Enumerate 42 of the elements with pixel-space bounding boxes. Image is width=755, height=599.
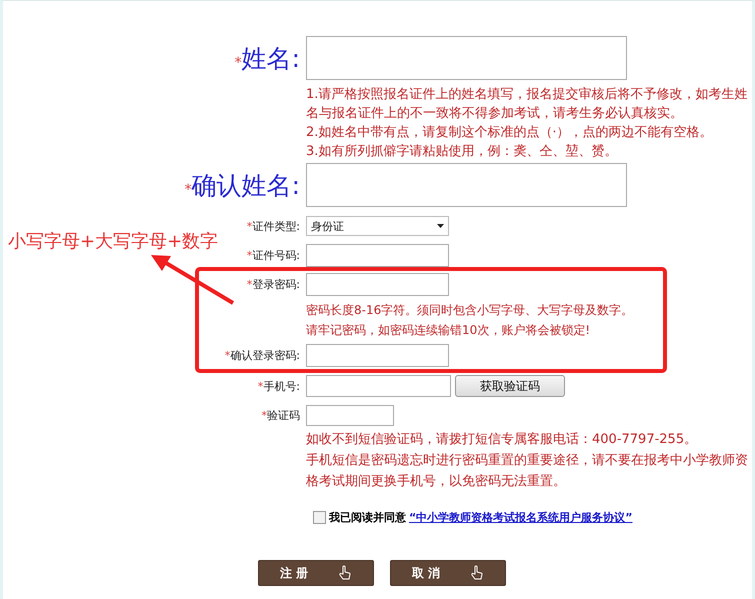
field-label: 确认登录密码: [230,350,300,361]
field-label: 验证码 [267,410,300,421]
field-label: 手机号: [263,380,300,392]
annotation-text: 小写字母+大写字母+数字 [8,231,218,253]
input-field[interactable] [306,163,627,207]
input-field[interactable] [306,244,449,267]
input-field[interactable] [306,375,451,397]
hint-text: 2.如姓名中带有点，请复制这个标准的点（·），点的两边不能有空格。 [306,124,714,142]
required-mark: * [184,182,192,196]
required-mark: * [246,220,252,232]
hint-text: 1.请严格按照报名证件上的姓名填写，报名提交审核后将不予修改，如考生姓名与报名证件上的不一致将不得参加考试，请考生务必认真核实。 [306,86,748,123]
agreement-text: 我已阅读并同意 [329,510,406,525]
input-field[interactable] [306,273,449,296]
input-field[interactable] [306,405,394,426]
field-label: 证件号码: [252,250,300,261]
required-mark: * [258,380,264,392]
required-mark: * [246,250,252,261]
caret-icon [437,224,444,228]
required-mark: * [262,410,267,421]
pointer-hand-icon [338,565,352,581]
field-label: 确认姓名: [192,172,300,198]
input-field[interactable] [306,344,449,367]
agreement-link[interactable]: “中小学教师资格考试报名系统用户服务协议” [409,510,632,525]
checkbox[interactable] [313,511,326,524]
field-label: 姓名: [242,46,300,70]
field-label: 证件类型: [252,220,300,232]
field-label: 登录密码: [252,279,300,290]
cancel-button[interactable]: 取 消 [390,560,506,586]
hint-text: 如收不到短信验证码，请拨打短信专属客服电话：400-7797-255。 [306,431,698,449]
get-code-button[interactable]: 获取验证码 [455,375,565,397]
register-button[interactable]: 注 册 [258,560,374,586]
hint-text: 手机短信是密码遗忘时进行密码重置的重要途径，请不要在报考中小学教师资格考试期间更换手机号，以免密码无法重置。 [306,452,749,491]
required-mark: * [246,279,252,290]
required-mark: * [234,56,242,70]
pointer-hand-icon [470,565,484,581]
hint-text: 请牢记密码，如密码连续输错10次，账户将会被锁定! [306,322,592,339]
arrow-icon [149,253,235,305]
input-field[interactable] [306,36,627,80]
hint-text: 密码长度8-16字符。须同时包含小写字母、大写字母及数字。 [306,302,634,319]
document-type-select[interactable]: 身份证 [306,216,449,236]
hint-text: 3.如有所列抓僻字请粘贴使用，例：䶮、仝、堃、赟。 [306,143,618,161]
required-mark: * [224,350,230,361]
